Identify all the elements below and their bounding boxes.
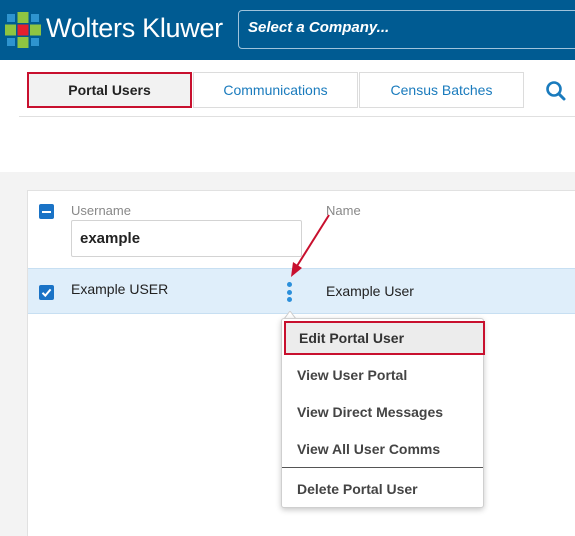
menu-item-view-all-user-comms[interactable]: View All User Comms — [282, 431, 483, 467]
row-checkbox[interactable] — [39, 285, 54, 300]
search-icon[interactable] — [545, 80, 567, 102]
portal-users-page: Wolters Kluwer Select a Company... Porta… — [0, 0, 575, 536]
column-header-username[interactable]: Username — [71, 203, 131, 218]
select-all-checkbox[interactable] — [39, 204, 54, 219]
username-filter-input[interactable] — [71, 220, 302, 257]
kebab-menu-icon[interactable] — [284, 281, 296, 303]
menu-item-edit-portal-user[interactable]: Edit Portal User — [284, 321, 485, 355]
company-select-placeholder: Select a Company... — [248, 19, 390, 36]
tab-census-batches[interactable]: Census Batches — [359, 72, 524, 108]
cell-username: Example USER — [71, 281, 169, 297]
checkmark-icon — [41, 288, 52, 298]
menu-divider — [282, 467, 483, 468]
wolters-kluwer-logo — [5, 12, 41, 48]
menu-item-view-direct-messages[interactable]: View Direct Messages — [282, 394, 483, 430]
row-actions-menu: Edit Portal User View User Portal View D… — [281, 318, 485, 508]
cell-name: Example User — [326, 283, 414, 299]
tab-portal-users[interactable]: Portal Users — [27, 72, 192, 108]
column-header-name[interactable]: Name — [326, 203, 361, 218]
menu-item-view-user-portal[interactable]: View User Portal — [282, 357, 483, 393]
app-header: Wolters Kluwer Select a Company... — [0, 0, 575, 60]
tab-divider — [19, 116, 575, 117]
company-select[interactable]: Select a Company... — [238, 10, 575, 49]
brand-name: Wolters Kluwer — [46, 13, 223, 43]
menu-item-delete-portal-user[interactable]: Delete Portal User — [282, 471, 483, 507]
tab-communications[interactable]: Communications — [193, 72, 358, 108]
